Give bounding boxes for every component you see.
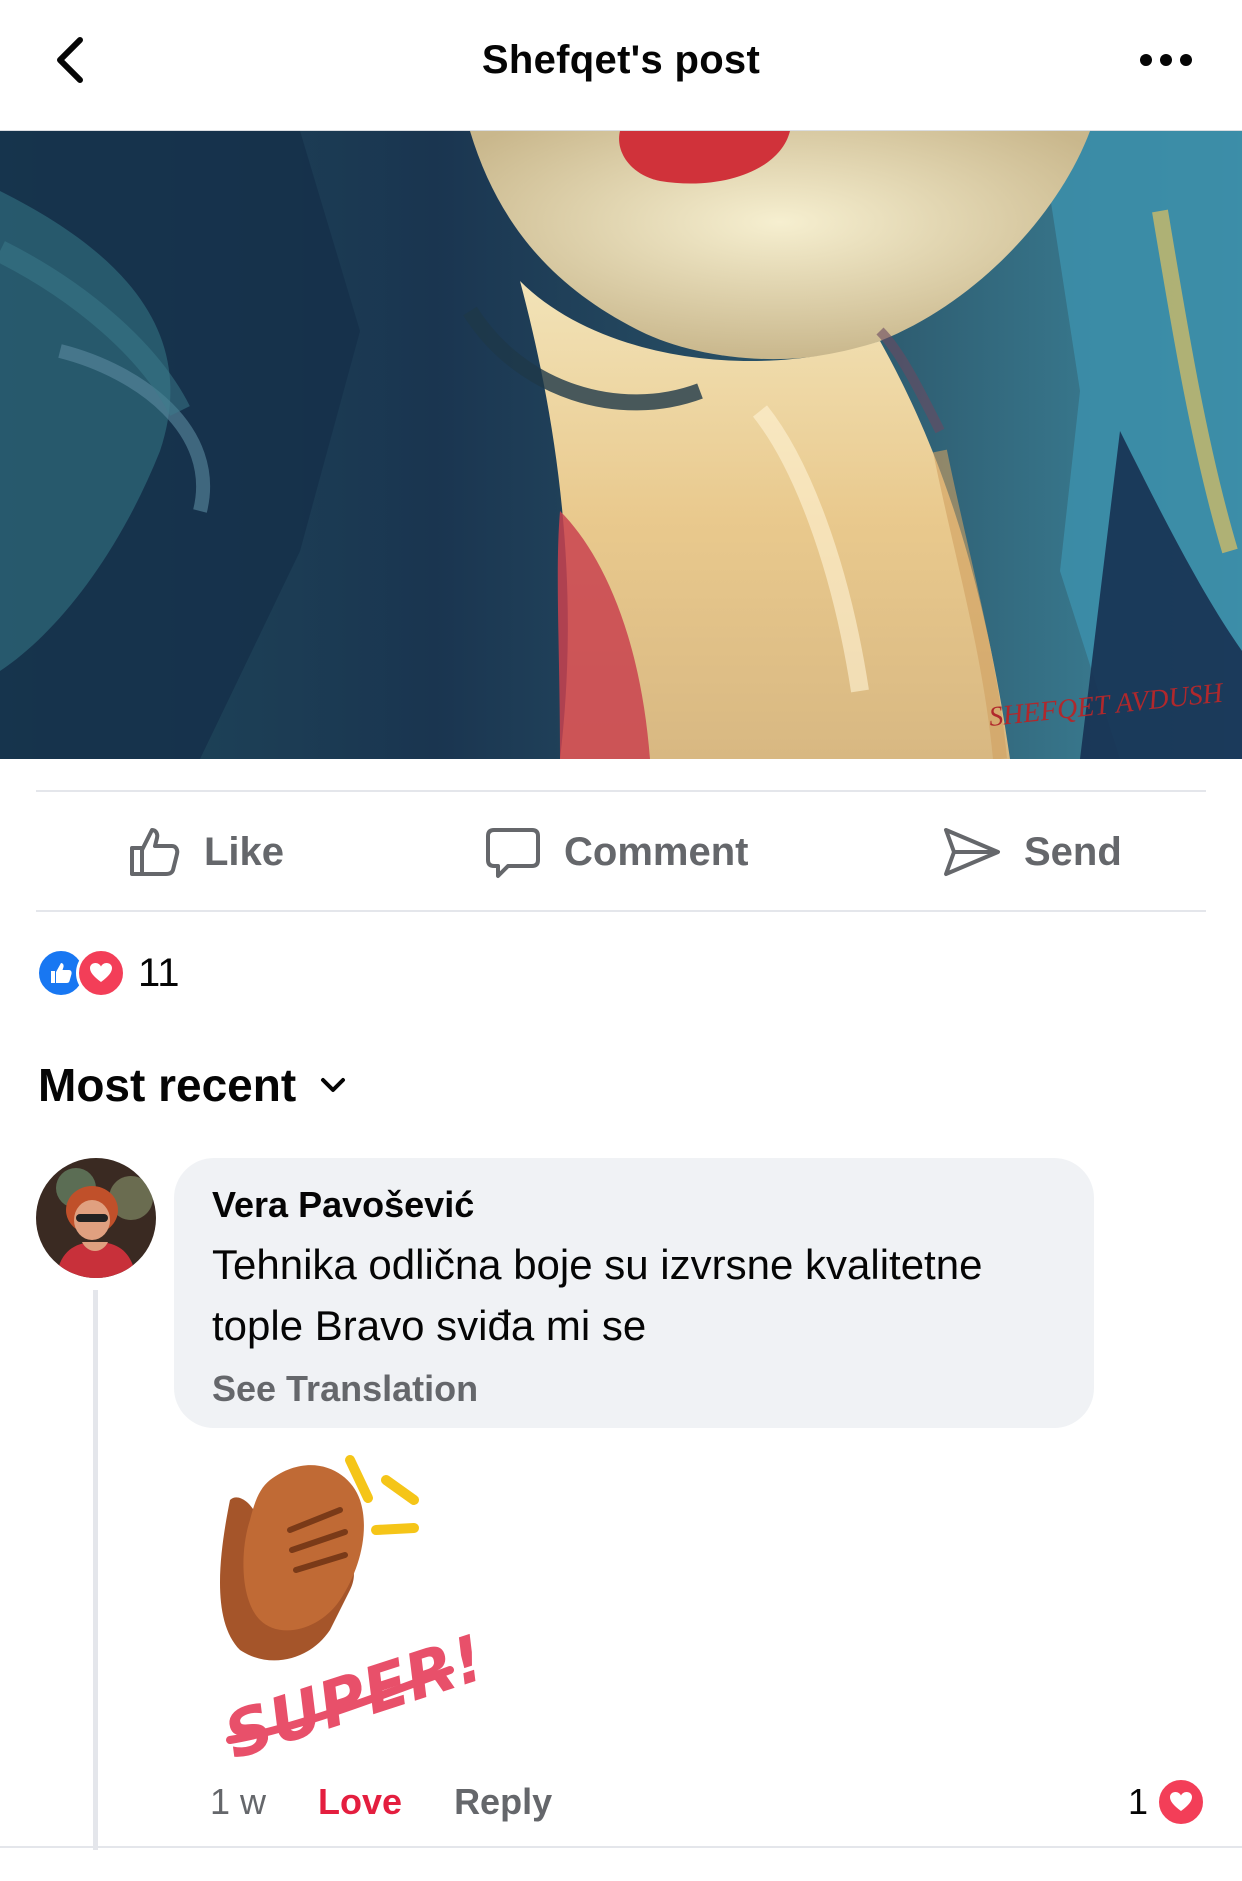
comment-text: Tehnika odlična boje su izvrsne kvalitet… [212, 1241, 983, 1349]
love-reaction-icon [76, 948, 126, 998]
super-clap-sticker: SUPER! [216, 1455, 480, 1760]
send-paper-plane-icon [944, 828, 1000, 876]
post-image[interactable]: SHEFQET AVDUSH [0, 131, 1242, 759]
reactions-summary[interactable]: 11 [36, 948, 180, 998]
commenter-avatar[interactable] [36, 1158, 156, 1278]
reaction-count: 11 [138, 950, 180, 995]
comment-meta-row: 1 w Love Reply [210, 1774, 552, 1830]
love-comment-button[interactable]: Love [318, 1781, 402, 1823]
reply-thread-line [93, 1290, 98, 1850]
comment-reaction-count: 1 [1127, 1781, 1148, 1822]
like-button[interactable]: Like [126, 792, 284, 912]
comment-author[interactable]: Vera Pavošević [212, 1184, 1056, 1226]
comment-sort-dropdown[interactable]: Most recent [38, 1058, 348, 1112]
like-label: Like [204, 829, 285, 874]
see-translation-link[interactable]: See Translation [212, 1368, 1056, 1410]
post-action-bar: Like Comment Send [36, 792, 1206, 912]
page-title: Shefqet's post [481, 38, 761, 82]
comment-reaction-summary[interactable]: 1 [1128, 1774, 1206, 1830]
thumbs-up-icon [130, 828, 180, 876]
actions-divider-bottom [36, 910, 1206, 912]
love-reaction-icon [1156, 1777, 1206, 1827]
comment-bubble[interactable]: Vera Pavošević Tehnika odlična boje su i… [174, 1158, 1094, 1428]
comment-timestamp: 1 w [210, 1781, 267, 1822]
send-label: Send [1024, 829, 1122, 874]
top-bar: Shefqet's post [0, 0, 1242, 131]
bottom-divider [0, 1846, 1242, 1848]
comment-label: Comment [564, 829, 749, 874]
comment-button[interactable]: Comment [484, 792, 748, 912]
reply-button[interactable]: Reply [454, 1781, 552, 1823]
comment-bubble-icon [486, 828, 540, 878]
more-options-button[interactable] [1134, 40, 1198, 80]
chevron-down-icon [321, 1078, 346, 1092]
send-button[interactable]: Send [942, 792, 1122, 912]
ellipsis-icon [1140, 54, 1192, 66]
sort-label: Most recent [38, 1059, 297, 1111]
